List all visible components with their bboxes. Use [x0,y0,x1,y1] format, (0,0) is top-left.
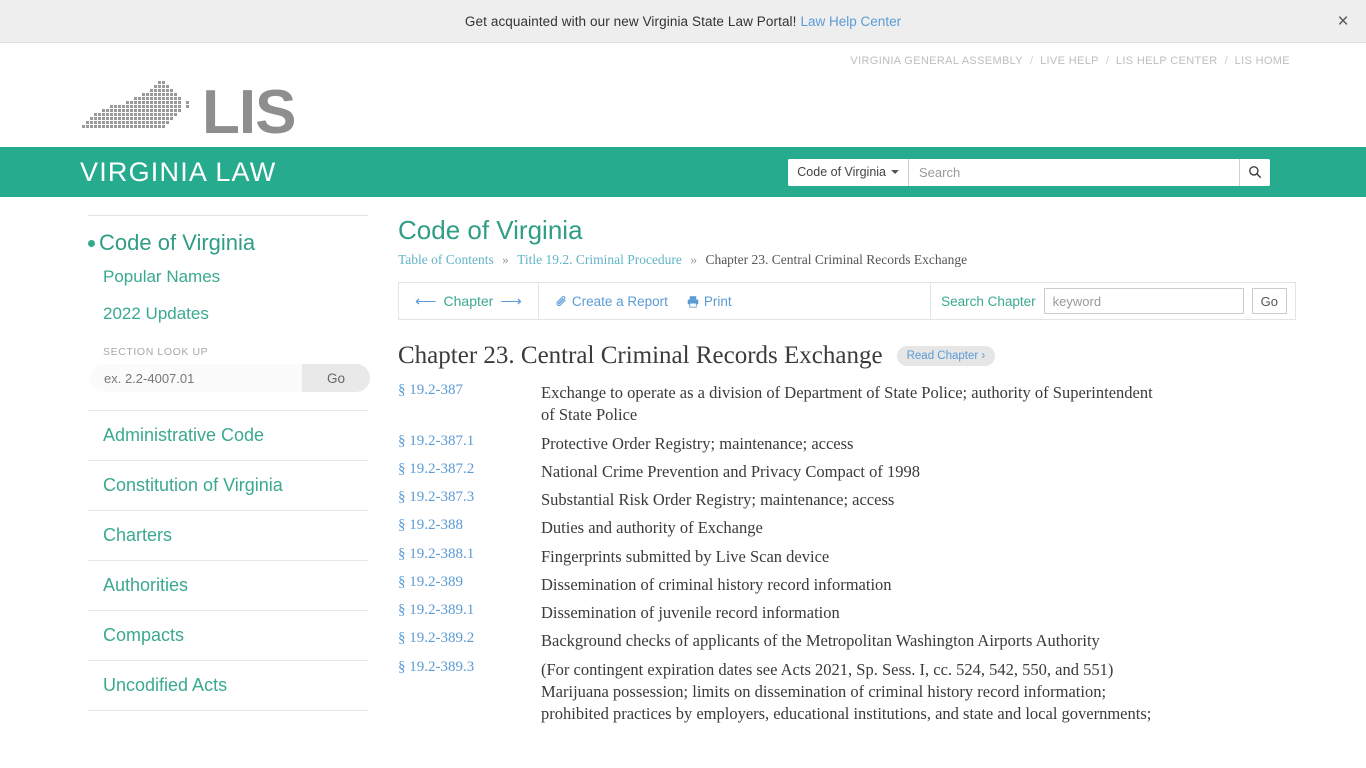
logo-area: LIS [0,69,1366,147]
arrow-left-icon[interactable]: ⟵ [415,294,437,309]
section-number-link[interactable]: § 19.2-389.1 [398,602,474,618]
table-row: § 19.2-388.1 Fingerprints submitted by L… [398,546,1296,574]
search-icon [1249,166,1262,179]
section-description-line: Exchange to operate as a division of Dep… [541,383,1153,402]
utility-link-lis-help-center[interactable]: LIS HELP CENTER [1116,55,1218,67]
chapter-nav[interactable]: ⟵ Chapter ⟶ [399,283,539,319]
page-body: Code of Virginia Popular Names 2022 Upda… [0,197,1366,731]
search-chapter-label: Search Chapter [941,293,1036,309]
section-description-line: prohibited practices by employers, educa… [541,704,1152,724]
section-number-link[interactable]: § 19.2-387.3 [398,489,474,505]
section-description: Exchange to operate as a division of Dep… [541,382,1296,433]
table-row: § 19.2-387.2 National Crime Prevention a… [398,461,1296,489]
breadcrumb-separator: » [690,252,698,267]
sidebar: Code of Virginia Popular Names 2022 Upda… [0,215,370,731]
section-description-line: Marijuana possession; limits on dissemin… [541,681,1107,701]
sidebar-item-label[interactable]: Code of Virginia [99,230,255,256]
section-description-line: (For contingent expiration dates see Act… [541,659,1114,679]
utility-link-virginia-general-assembly[interactable]: VIRGINIA GENERAL ASSEMBLY [850,55,1023,67]
lis-logo-text: LIS [202,78,296,148]
close-icon[interactable]: × [1332,10,1354,32]
read-chapter-button[interactable]: Read Chapter › [896,346,996,366]
table-row: § 19.2-387 Exchange to operate as a divi… [398,382,1296,433]
search-scope-label: Code of Virginia [797,165,886,179]
breadcrumb-table-of-contents[interactable]: Table of Contents [398,252,494,267]
table-row: § 19.2-389.2 Background checks of applic… [398,630,1296,658]
chapter-search-group: Search Chapter Go [930,283,1295,319]
site-title: VIRGINIA LAW [80,156,277,187]
section-description: National Crime Prevention and Privacy Co… [541,461,920,481]
chapter-header: Chapter 23. Central Criminal Records Exc… [398,342,1296,370]
table-row: § 19.2-387.1 Protective Order Registry; … [398,433,1296,461]
utility-separator: / [1105,55,1109,67]
search-input[interactable] [909,158,1239,186]
arrow-right-icon[interactable]: ⟶ [500,294,522,309]
section-number-link[interactable]: § 19.2-388 [398,517,463,533]
breadcrumb: Table of Contents » Title 19.2. Criminal… [398,252,1296,268]
utility-separator: / [1030,55,1034,67]
section-number-link[interactable]: § 19.2-387.1 [398,433,474,449]
sidebar-section-list: Administrative Code Constitution of Virg… [88,410,368,711]
chapter-title: Chapter 23. Central Criminal Records Exc… [398,342,883,369]
lis-logo[interactable]: LIS [80,77,296,148]
section-number-link[interactable]: § 19.2-387.2 [398,461,474,477]
toolbar-actions: Create a Report Print [539,283,930,319]
print-button[interactable]: Print [686,294,732,309]
create-report-label: Create a Report [571,293,668,309]
print-label: Print [703,293,732,309]
section-number-link[interactable]: § 19.2-389 [398,574,463,590]
table-row: § 19.2-389.3 (For contingent expiration … [398,659,1296,732]
breadcrumb-current: Chapter 23. Central Criminal Records Exc… [705,252,968,267]
breadcrumb-separator: » [502,252,509,267]
utility-link-live-help[interactable]: LIVE HELP [1040,55,1099,67]
sidebar-item-2022-updates[interactable]: 2022 Updates [88,295,310,332]
section-list: § 19.2-387 Exchange to operate as a divi… [398,382,1296,731]
section-description: Dissemination of juvenile record informa… [541,603,840,623]
active-bullet-icon [88,239,95,247]
chapter-keyword-input[interactable] [1043,288,1244,314]
breadcrumb-title-19-2[interactable]: Title 19.2. Criminal Procedure [517,252,682,267]
chapter-nav-label: Chapter [443,293,494,309]
section-number-link[interactable]: § 19.2-389.2 [398,630,474,646]
section-list-body: § 19.2-387 Exchange to operate as a divi… [398,382,1296,731]
section-lookup-input[interactable] [90,364,302,392]
section-description-line: of State Police [541,405,638,425]
site-header-band: VIRGINIA LAW Code of Virginia [0,147,1366,197]
chevron-down-icon [891,170,899,174]
table-row: § 19.2-389 Dissemination of criminal his… [398,574,1296,602]
promo-banner: Get acquainted with our new Virginia Sta… [0,0,1366,43]
table-row: § 19.2-389.1 Dissemination of juvenile r… [398,602,1296,630]
law-help-center-link[interactable]: Law Help Center [801,14,902,29]
paperclip-icon [556,295,566,306]
chapter-toolbar: ⟵ Chapter ⟶ Create a Report Print Search… [398,282,1296,320]
section-number-link[interactable]: § 19.2-389.3 [398,659,474,675]
section-number-link[interactable]: § 19.2-388.1 [398,546,474,562]
header-search-group: Code of Virginia [788,158,1270,186]
utility-separator: / [1224,55,1228,67]
table-row: § 19.2-388 Duties and authority of Excha… [398,517,1296,545]
promo-text: Get acquainted with our new Virginia Sta… [464,13,797,29]
section-description: Substantial Risk Order Registry; mainten… [541,490,895,510]
section-description: Background checks of applicants of the M… [541,631,1100,651]
chapter-search-go-button[interactable]: Go [1251,288,1287,314]
section-description: Dissemination of criminal history record… [541,574,892,594]
section-description: Protective Order Registry; maintenance; … [541,433,854,453]
search-submit-button[interactable] [1239,158,1270,186]
page-title: Code of Virginia [398,215,583,245]
printer-icon [687,295,699,308]
section-description: Duties and authority of Exchange [541,518,763,538]
section-description: (For contingent expiration dates see Act… [541,659,1296,732]
sidebar-item-popular-names[interactable]: Popular Names [88,258,310,295]
search-scope-dropdown[interactable]: Code of Virginia [788,158,909,186]
main-content: Code of Virginia Table of Contents » Tit… [310,215,1366,731]
table-row: § 19.2-387.3 Substantial Risk Order Regi… [398,489,1296,517]
virginia-map-dots-icon [82,81,189,128]
utility-nav: VIRGINIA GENERAL ASSEMBLY / LIVE HELP / … [0,43,1366,69]
section-number-link[interactable]: § 19.2-387 [398,382,463,398]
create-report-button[interactable]: Create a Report [555,294,668,309]
utility-link-lis-home[interactable]: LIS HOME [1235,55,1290,67]
section-lookup-label: SECTION LOOK UP [103,346,209,358]
sidebar-item-code-of-virginia[interactable]: Code of Virginia [88,226,310,258]
section-description: Fingerprints submitted by Live Scan devi… [541,546,830,566]
